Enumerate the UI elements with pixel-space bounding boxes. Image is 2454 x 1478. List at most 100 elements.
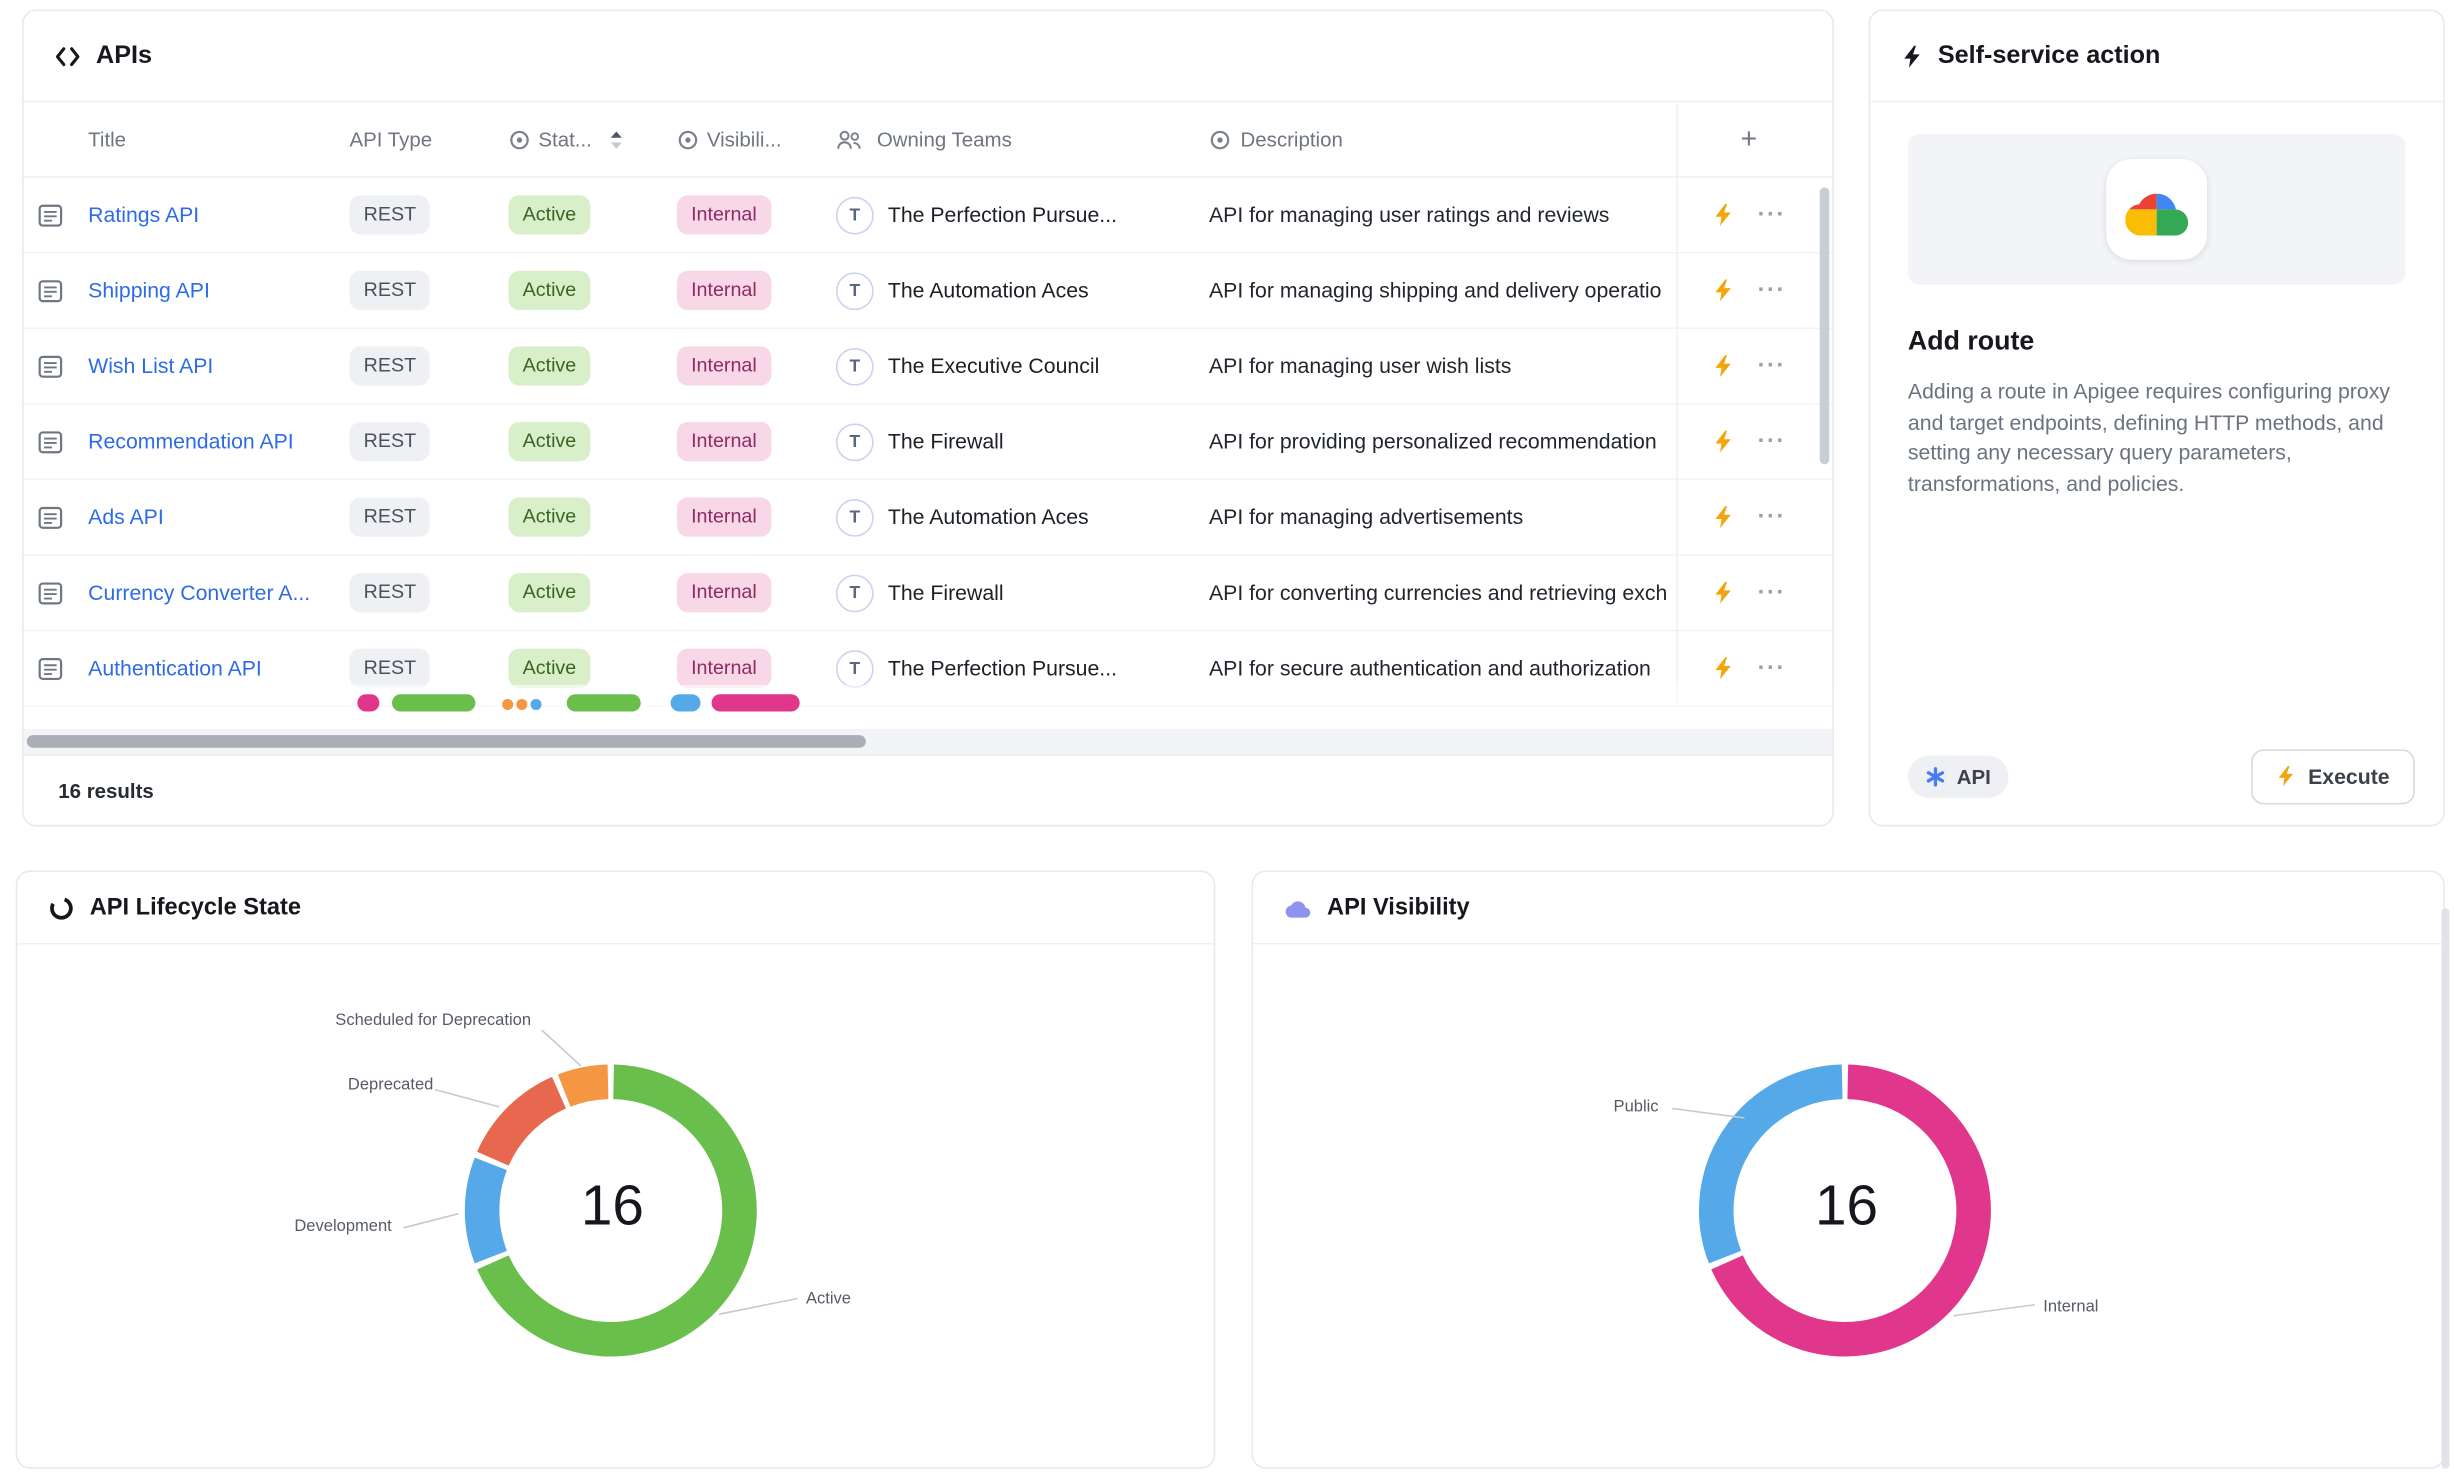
- scroll-preview-chip: [671, 694, 701, 711]
- column-header-api-type[interactable]: API Type: [349, 128, 508, 152]
- table-row[interactable]: Currency Converter A... REST Active Inte…: [24, 556, 1833, 632]
- team-avatar: T: [836, 649, 874, 687]
- form-icon: [36, 276, 64, 304]
- donut-segment-development[interactable]: [482, 1164, 491, 1257]
- row-actions-cell: ···: [1677, 405, 1820, 479]
- page-scrollbar[interactable]: [2442, 908, 2450, 1468]
- row-menu-button[interactable]: ···: [1758, 504, 1786, 531]
- table-row[interactable]: Ratings API REST Active Internal T The P…: [24, 178, 1833, 254]
- action-card-footer: API Execute: [1870, 727, 2443, 825]
- status-chip: Active: [508, 573, 590, 612]
- action-description: Adding a route in Apigee requires config…: [1908, 376, 2405, 499]
- label-deprecated: Deprecated: [348, 1075, 433, 1094]
- form-icon: [36, 654, 64, 682]
- code-icon: [55, 45, 80, 67]
- run-action-lightning-icon[interactable]: [1712, 203, 1732, 227]
- row-menu-button[interactable]: ···: [1758, 353, 1786, 380]
- label-public: Public: [1614, 1097, 1659, 1116]
- lifecycle-card-header: API Lifecycle State: [17, 872, 1213, 944]
- run-action-lightning-icon[interactable]: [1712, 354, 1732, 378]
- google-cloud-icon: [2125, 183, 2188, 237]
- column-header-visibility[interactable]: Visibili...: [677, 128, 836, 152]
- label-development: Development: [294, 1217, 391, 1236]
- table-row[interactable]: Ads API REST Active Internal T The Autom…: [24, 480, 1833, 556]
- label-active: Active: [806, 1289, 851, 1308]
- form-icon: [36, 352, 64, 380]
- donut-segment-scheduled-for-deprecation[interactable]: [564, 1082, 608, 1091]
- apis-card-header: APIs: [24, 11, 1833, 102]
- run-action-lightning-icon[interactable]: [1712, 279, 1732, 303]
- api-title-link[interactable]: Wish List API: [88, 354, 213, 378]
- blueprint-chip[interactable]: API: [1908, 755, 2008, 798]
- api-title-link[interactable]: Ads API: [88, 505, 164, 529]
- row-menu-button[interactable]: ···: [1758, 277, 1786, 304]
- api-title-link[interactable]: Currency Converter A...: [88, 581, 310, 605]
- team-avatar: T: [836, 272, 874, 310]
- column-header-visibility-label: Visibili...: [707, 128, 782, 152]
- table-row[interactable]: Recommendation API REST Active Internal …: [24, 405, 1833, 481]
- visibility-chip: Internal: [677, 271, 771, 310]
- dashboard: APIs Title API Type Stat...: [0, 0, 2454, 1478]
- lifecycle-donut-chart[interactable]: 16 Scheduled for Deprecation Deprecated …: [17, 945, 1213, 1468]
- run-action-lightning-icon[interactable]: [1712, 581, 1732, 605]
- target-icon: [1209, 128, 1231, 150]
- team-name: The Automation Aces: [888, 279, 1089, 303]
- api-type-chip: REST: [349, 573, 430, 612]
- row-icon-cell: [36, 579, 88, 607]
- scroll-preview-chip: [567, 694, 641, 711]
- column-header-owning-teams[interactable]: Owning Teams: [836, 128, 1209, 152]
- row-menu-button[interactable]: ···: [1758, 579, 1786, 606]
- people-icon: [836, 128, 863, 150]
- row-menu-button[interactable]: ···: [1758, 201, 1786, 228]
- apis-card-title: APIs: [96, 42, 152, 70]
- status-chip: Active: [508, 422, 590, 461]
- horizontal-scrollbar-track[interactable]: [24, 729, 1833, 754]
- row-menu-button[interactable]: ···: [1758, 428, 1786, 455]
- add-column-header[interactable]: +: [1677, 102, 1820, 176]
- sort-icon[interactable]: [609, 130, 623, 149]
- column-header-description[interactable]: Description: [1209, 128, 1677, 152]
- api-title-link[interactable]: Shipping API: [88, 279, 210, 303]
- table-body: Ratings API REST Active Internal T The P…: [24, 178, 1833, 707]
- api-type-chip: REST: [349, 649, 430, 688]
- table-footer: 16 results: [24, 754, 1833, 825]
- table-row[interactable]: Wish List API REST Active Internal T The…: [24, 329, 1833, 405]
- visibility-donut-chart[interactable]: 16 Public Internal: [1253, 945, 2443, 1468]
- api-description: API for managing advertisements: [1209, 505, 1523, 529]
- lifecycle-icon: [49, 895, 74, 920]
- donut-segment-deprecated[interactable]: [493, 1093, 559, 1159]
- team-name: The Automation Aces: [888, 505, 1089, 529]
- scroll-preview-chip: [502, 699, 513, 710]
- visibility-chart-card: API Visibility 16 Public Internal: [1251, 871, 2444, 1469]
- cloud-icon: [1285, 897, 1312, 917]
- execute-button[interactable]: Execute: [2251, 749, 2414, 804]
- results-count: 16 results: [58, 778, 154, 802]
- api-title-link[interactable]: Ratings API: [88, 203, 199, 227]
- status-chip: Active: [508, 271, 590, 310]
- label-scheduled-for-deprecation: Scheduled for Deprecation: [335, 1011, 531, 1030]
- row-icon-cell: [36, 427, 88, 455]
- status-chip: Active: [508, 649, 590, 688]
- lifecycle-total: 16: [518, 1173, 707, 1239]
- add-column-button[interactable]: +: [1741, 123, 1758, 156]
- table-row[interactable]: Shipping API REST Active Internal T The …: [24, 253, 1833, 329]
- apis-table: Title API Type Stat... Visibili...: [24, 102, 1833, 754]
- form-icon: [36, 503, 64, 531]
- run-action-lightning-icon[interactable]: [1712, 656, 1732, 680]
- run-action-lightning-icon[interactable]: [1712, 505, 1732, 529]
- row-menu-button[interactable]: ···: [1758, 655, 1786, 682]
- blueprint-label: API: [1957, 764, 1991, 788]
- column-header-title[interactable]: Title: [88, 128, 349, 152]
- api-description: API for providing personalized recommend…: [1209, 430, 1657, 454]
- column-header-owning-teams-label: Owning Teams: [877, 128, 1012, 152]
- team-name: The Perfection Pursue...: [888, 203, 1117, 227]
- column-header-status[interactable]: Stat...: [508, 128, 676, 152]
- column-header-status-label: Stat...: [538, 128, 591, 152]
- vertical-scrollbar-thumb[interactable]: [1820, 187, 1829, 464]
- api-description: API for converting currencies and retrie…: [1209, 581, 1667, 605]
- api-title-link[interactable]: Authentication API: [88, 656, 262, 680]
- run-action-lightning-icon[interactable]: [1712, 430, 1732, 454]
- row-icon-cell: [36, 276, 88, 304]
- horizontal-scrollbar-thumb[interactable]: [27, 735, 866, 748]
- api-title-link[interactable]: Recommendation API: [88, 430, 294, 454]
